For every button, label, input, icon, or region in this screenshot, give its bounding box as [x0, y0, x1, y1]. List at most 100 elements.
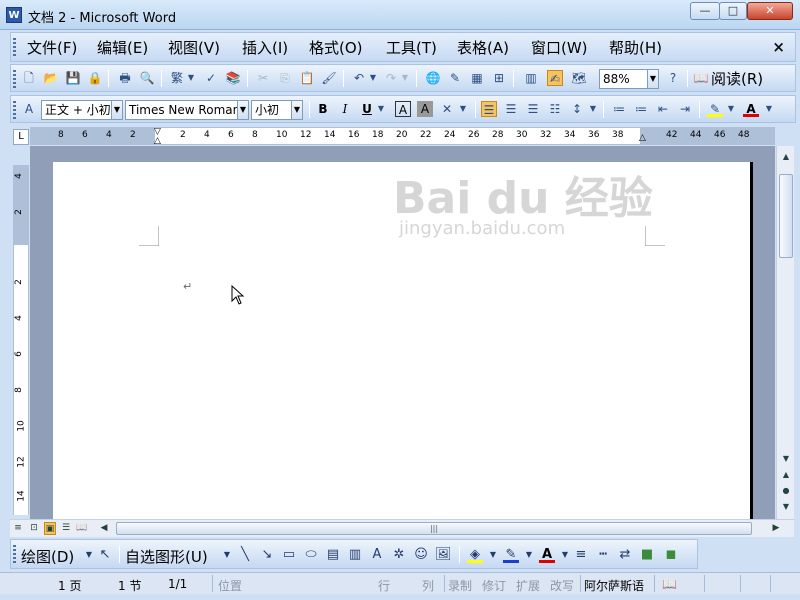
format-painter-icon[interactable]: 🖌	[321, 70, 337, 86]
chevron-down-icon[interactable]: ▼	[485, 547, 501, 563]
chevron-down-icon[interactable]: ▼	[761, 101, 777, 117]
chevron-down-icon[interactable]: ▼	[723, 101, 739, 117]
menubar-grip[interactable]	[13, 38, 16, 58]
align-left-icon[interactable]: ☰	[481, 101, 497, 117]
menu-format[interactable]: 格式(O)	[309, 37, 363, 58]
chevron-down-icon[interactable]: ▼	[521, 547, 537, 563]
zoom-select[interactable]: 88%	[599, 69, 649, 89]
columns-icon[interactable]: ▥	[523, 70, 539, 86]
menu-help[interactable]: 帮助(H)	[609, 37, 662, 58]
chevron-down-icon[interactable]: ▼	[291, 100, 303, 120]
rectangle-tool-icon[interactable]: ▭	[281, 547, 297, 563]
styles-formatting-icon[interactable]: A	[21, 101, 37, 117]
document-area[interactable]: ↵ Bai du 经验 jingyan.baidu.com	[30, 146, 775, 520]
autoshapes-menu-button[interactable]: 自选图形(U)	[125, 546, 208, 567]
line-color-icon[interactable]: ✎	[503, 547, 519, 563]
draw-menu-button[interactable]: 绘图(D)	[21, 546, 74, 567]
hyperlink-icon[interactable]: 🌐	[425, 70, 441, 86]
outline-view-icon[interactable]: ☰	[60, 522, 72, 535]
status-extend[interactable]: 扩展	[516, 577, 540, 594]
previous-page-icon[interactable]: ▲	[779, 468, 793, 482]
distributed-align-icon[interactable]: ☷	[547, 101, 563, 117]
character-shading-icon[interactable]: A	[417, 101, 433, 117]
menu-tools[interactable]: 工具(T)	[386, 37, 437, 58]
close-window-button[interactable]: ✕	[747, 2, 793, 20]
font-color-icon[interactable]: A	[743, 101, 759, 117]
tab-selector[interactable]: L	[13, 129, 29, 145]
align-right-icon[interactable]: ☰	[525, 101, 541, 117]
scroll-up-icon[interactable]: ▲	[779, 150, 793, 164]
save-icon[interactable]: 💾	[65, 70, 81, 86]
chevron-down-icon[interactable]: ▼	[237, 100, 249, 120]
arrow-tool-icon[interactable]: ↘	[259, 547, 275, 563]
chevron-down-icon[interactable]: ▼	[219, 547, 235, 563]
paste-icon[interactable]: 📋	[299, 70, 315, 86]
spelling-check-icon[interactable]: ✓	[203, 70, 219, 86]
highlight-icon[interactable]: ✎	[707, 101, 723, 117]
select-objects-icon[interactable]: ↖	[97, 547, 113, 563]
toolbar-grip[interactable]	[13, 101, 16, 121]
character-scaling-icon[interactable]: ✕	[439, 101, 455, 117]
numbering-icon[interactable]: ≔	[611, 101, 627, 117]
print-icon[interactable]: 🖶	[117, 70, 133, 86]
close-document-button[interactable]: ×	[772, 38, 785, 56]
hanging-indent-marker[interactable]: △	[154, 136, 161, 146]
italic-button[interactable]: I	[337, 101, 353, 117]
research-icon[interactable]: 📚	[225, 70, 241, 86]
character-border-icon[interactable]: A	[395, 101, 411, 117]
line-spacing-icon[interactable]: ↕	[569, 101, 585, 117]
next-page-icon[interactable]: ▼	[779, 500, 793, 514]
chevron-down-icon[interactable]: ▼	[365, 70, 381, 86]
browse-object-icon[interactable]: ●	[779, 484, 793, 498]
print-preview-icon[interactable]: 🔍	[139, 70, 155, 86]
status-record[interactable]: 录制	[448, 577, 472, 594]
normal-view-icon[interactable]: ≡	[12, 522, 24, 535]
3d-style-icon[interactable]: ◼	[663, 547, 679, 563]
chevron-down-icon[interactable]: ▼	[183, 70, 199, 86]
right-indent-marker[interactable]: △	[639, 133, 646, 143]
menu-table[interactable]: 表格(A)	[457, 37, 509, 58]
cut-icon[interactable]: ✂	[255, 70, 271, 86]
font-select[interactable]: Times New Roman	[125, 100, 239, 120]
menu-edit[interactable]: 编辑(E)	[97, 37, 148, 58]
menu-view[interactable]: 视图(V)	[168, 37, 220, 58]
chevron-down-icon[interactable]: ▼	[557, 547, 573, 563]
shadow-style-icon[interactable]: ■	[639, 547, 655, 563]
chevron-down-icon[interactable]: ▼	[373, 101, 389, 117]
bullets-icon[interactable]: ≔	[633, 101, 649, 117]
menu-file[interactable]: 文件(F)	[27, 37, 77, 58]
tables-borders-icon[interactable]: ✎	[447, 70, 463, 86]
scroll-left-icon[interactable]: ◀	[98, 522, 110, 535]
diagram-icon[interactable]: ✲	[391, 547, 407, 563]
chevron-down-icon[interactable]: ▼	[397, 70, 413, 86]
chevron-down-icon[interactable]: ▼	[585, 101, 601, 117]
maximize-button[interactable]: □	[719, 2, 747, 20]
copy-icon[interactable]: ⎘	[277, 70, 293, 86]
dash-style-icon[interactable]: ┅	[595, 547, 611, 563]
vertical-scroll-thumb[interactable]	[779, 174, 793, 258]
horizontal-scroll-thumb[interactable]: |||	[116, 522, 752, 535]
insert-picture-icon[interactable]: 🖼	[435, 547, 452, 563]
horizontal-ruler[interactable]: 8 6 4 2 2 4 6 8 10 12 14 16 18 20 22 24 …	[30, 127, 775, 146]
insert-excel-icon[interactable]: ⊞	[491, 70, 507, 86]
minimize-button[interactable]: —	[690, 2, 720, 20]
scroll-down-icon[interactable]: ▼	[779, 452, 793, 466]
toolbar-grip[interactable]	[13, 545, 16, 565]
align-center-icon[interactable]: ☰	[503, 101, 519, 117]
clip-art-icon[interactable]: ☺	[413, 547, 429, 563]
fill-color-icon[interactable]: ◈	[467, 547, 483, 563]
print-layout-icon[interactable]: ▣	[44, 522, 56, 535]
line-tool-icon[interactable]: ╲	[237, 547, 253, 563]
chevron-down-icon[interactable]: ▼	[111, 100, 123, 120]
toolbar-grip[interactable]	[13, 70, 16, 90]
drawing-icon[interactable]: ✍	[547, 70, 563, 86]
read-book-icon[interactable]: 📖	[693, 70, 709, 86]
document-map-icon[interactable]: 🗺	[571, 70, 587, 86]
text-box-icon[interactable]: ▤	[325, 547, 341, 563]
document-page[interactable]: ↵ Bai du 经验 jingyan.baidu.com	[53, 162, 753, 520]
style-select[interactable]: 正文 + 小初	[41, 100, 113, 120]
web-layout-icon[interactable]: ⊡	[28, 522, 40, 535]
chevron-down-icon[interactable]: ▼	[455, 101, 471, 117]
arrow-style-icon[interactable]: ⇄	[617, 547, 633, 563]
wordart-icon[interactable]: A	[369, 547, 385, 563]
